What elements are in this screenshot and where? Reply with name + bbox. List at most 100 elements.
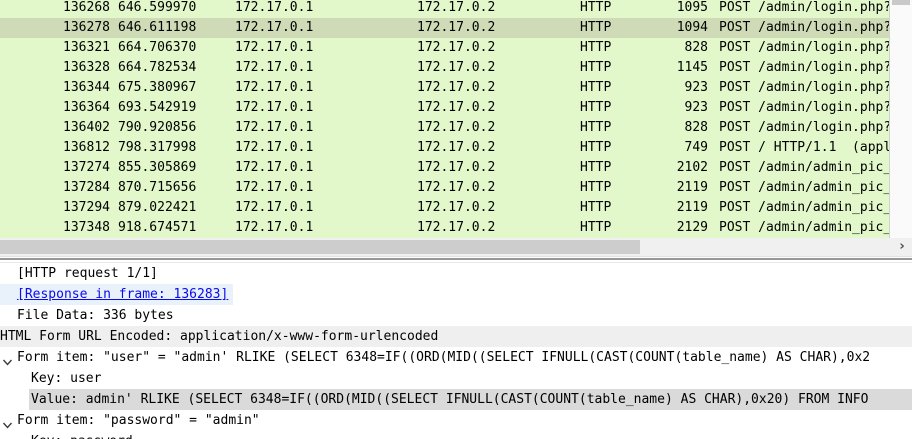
detail-row[interactable]: File Data: 336 bytes — [0, 305, 912, 326]
vertical-scrollbar-thumb[interactable] — [892, 0, 910, 5]
packet-source-cell: 172.17.0.1 — [235, 40, 314, 55]
packet-destination-cell: 172.17.0.2 — [417, 0, 496, 15]
packet-row[interactable]: 137274 855.305869 172.17.0.1 172.17.0.2 HTTP… — [0, 158, 889, 178]
packet-no-cell: 137348 — [63, 220, 110, 235]
packet-info-cell: POST /admin/login.php?a — [719, 120, 889, 135]
packet-length-cell: 828 — [684, 120, 708, 135]
response-frame-link[interactable]: [Response in frame: 136283] — [17, 287, 228, 302]
packet-source-cell: 172.17.0.1 — [235, 100, 314, 115]
packet-destination-cell: 172.17.0.2 — [417, 60, 496, 75]
packet-no-cell: 136321 — [63, 40, 110, 55]
packet-destination-cell: 172.17.0.2 — [417, 120, 496, 135]
packet-no-cell: 136328 — [63, 60, 110, 75]
packet-time-cell: 879.022421 — [118, 200, 197, 215]
packet-no-cell: 137274 — [63, 160, 110, 175]
packet-length-cell: 2102 — [676, 160, 708, 175]
packet-list-rows: 136268 646.599970 172.17.0.1 172.17.0.2 HTTP… — [0, 0, 889, 238]
packet-source-cell: 172.17.0.1 — [235, 60, 314, 75]
packet-destination-cell: 172.17.0.2 — [417, 220, 496, 235]
packet-time-cell: 790.920856 — [118, 120, 197, 135]
detail-text: Form item: "password" = "admin" — [17, 413, 260, 428]
packet-list-pane[interactable]: 136268 646.599970 172.17.0.1 172.17.0.2 HTTP… — [0, 0, 889, 238]
packet-row[interactable]: 136812 798.317998 172.17.0.1 172.17.0.2 HTTP… — [0, 138, 889, 158]
packet-row[interactable]: 136364 693.542919 172.17.0.1 172.17.0.2 HTTP… — [0, 98, 889, 118]
detail-row[interactable]: HTML Form URL Encoded: application/x-www… — [0, 326, 912, 347]
packet-destination-cell: 172.17.0.2 — [417, 100, 496, 115]
detail-text: Key: user — [31, 371, 102, 386]
packet-no-cell: 136364 — [63, 100, 110, 115]
chevron-down-icon[interactable] — [2, 353, 13, 366]
packet-row[interactable]: 137284 870.715656 172.17.0.1 172.17.0.2 HTTP… — [0, 178, 889, 198]
pane-splitter[interactable] — [0, 256, 912, 263]
packet-row[interactable]: 136402 790.920856 172.17.0.1 172.17.0.2 HTTP… — [0, 118, 889, 138]
detail-row[interactable]: [HTTP request 1/1] — [0, 263, 912, 284]
packet-row[interactable]: 137348 918.674571 172.17.0.1 172.17.0.2 HTTP… — [0, 218, 889, 238]
packet-row[interactable]: 136328 664.782534 172.17.0.1 172.17.0.2 HTTP… — [0, 58, 889, 78]
packet-info-cell: POST /admin/login.php?a — [719, 40, 889, 55]
detail-text: File Data: 336 bytes — [17, 308, 174, 323]
packet-info-cell: POST /admin/login.php?a — [719, 80, 889, 95]
packet-length-cell: 923 — [684, 80, 708, 95]
vertical-scrollbar[interactable] — [889, 0, 912, 238]
packet-time-cell: 855.305869 — [118, 160, 197, 175]
packet-destination-cell: 172.17.0.2 — [417, 80, 496, 95]
packet-source-cell: 172.17.0.1 — [235, 80, 314, 95]
scroll-right-icon[interactable]: › — [894, 238, 910, 256]
packet-source-cell: 172.17.0.1 — [235, 140, 314, 155]
detail-row[interactable]: Value: admin' RLIKE (SELECT 6348=IF((ORD… — [0, 389, 912, 410]
packet-length-cell: 1095 — [676, 0, 708, 15]
packet-time-cell: 664.782534 — [118, 60, 197, 75]
packet-destination-cell: 172.17.0.2 — [417, 160, 496, 175]
detail-row[interactable]: Key: password — [0, 431, 912, 439]
packet-time-cell: 675.380967 — [118, 80, 197, 95]
packet-time-cell: 646.611198 — [118, 20, 197, 35]
packet-no-cell: 136812 — [63, 140, 110, 155]
packet-details-pane[interactable]: [HTTP request 1/1] [Response in frame: 13… — [0, 263, 912, 439]
packet-row[interactable]: 136321 664.706370 172.17.0.1 172.17.0.2 HTTP… — [0, 38, 889, 58]
detail-row[interactable]: [Response in frame: 136283] — [0, 284, 912, 305]
packet-info-cell: POST /admin/login.php?a — [719, 60, 889, 75]
packet-destination-cell: 172.17.0.2 — [417, 140, 496, 155]
packet-length-cell: 1145 — [676, 60, 708, 75]
packet-no-cell: 136278 — [63, 20, 110, 35]
packet-source-cell: 172.17.0.1 — [235, 20, 314, 35]
packet-length-cell: 2129 — [676, 220, 708, 235]
packet-length-cell: 1094 — [676, 20, 708, 35]
wireshark-window: 136268 646.599970 172.17.0.1 172.17.0.2 HTTP… — [0, 0, 912, 439]
packet-length-cell: 923 — [684, 100, 708, 115]
chevron-down-icon[interactable] — [2, 416, 13, 429]
packet-info-cell: POST /admin/admin_pic_u — [719, 200, 889, 215]
packet-destination-cell: 172.17.0.2 — [417, 40, 496, 55]
horizontal-scrollbar[interactable]: › — [0, 238, 912, 256]
packet-length-cell: 2119 — [676, 200, 708, 215]
packet-length-cell: 2119 — [676, 180, 708, 195]
detail-row[interactable]: Form item: "password" = "admin" — [0, 410, 912, 431]
packet-time-cell: 918.674571 — [118, 220, 197, 235]
detail-row[interactable]: Form item: "user" = "admin' RLIKE (SELEC… — [0, 347, 912, 368]
packet-no-cell: 136344 — [63, 80, 110, 95]
detail-text: HTML Form URL Encoded: application/x-www… — [0, 329, 439, 344]
packet-info-cell: POST /admin/login.php?a — [719, 20, 889, 35]
detail-text: Key: password — [31, 434, 133, 439]
packet-info-cell: POST /admin/admin_pic_u — [719, 180, 889, 195]
packet-source-cell: 172.17.0.1 — [235, 220, 314, 235]
packet-length-cell: 749 — [684, 140, 708, 155]
packet-destination-cell: 172.17.0.2 — [417, 200, 496, 215]
detail-text: Value: admin' RLIKE (SELECT 6348=IF((ORD… — [31, 392, 869, 407]
packet-no-cell: 136268 — [63, 0, 110, 15]
packet-info-cell: POST / HTTP/1.1 (appli — [719, 140, 889, 155]
packet-source-cell: 172.17.0.1 — [235, 200, 314, 215]
packet-row[interactable]: 136278 646.611198 172.17.0.1 172.17.0.2 HTTP… — [0, 18, 889, 38]
detail-row[interactable]: Key: user — [0, 368, 912, 389]
packet-source-cell: 172.17.0.1 — [235, 120, 314, 135]
packet-no-cell: 136402 — [63, 120, 110, 135]
packet-source-cell: 172.17.0.1 — [235, 180, 314, 195]
detail-text: Form item: "user" = "admin' RLIKE (SELEC… — [17, 350, 871, 365]
packet-no-cell: 137284 — [63, 180, 110, 195]
packet-row[interactable]: 136344 675.380967 172.17.0.1 172.17.0.2 HTTP… — [0, 78, 889, 98]
horizontal-scrollbar-thumb[interactable] — [0, 240, 640, 254]
packet-row[interactable]: 136268 646.599970 172.17.0.1 172.17.0.2 HTTP… — [0, 0, 889, 18]
packet-info-cell: POST /admin/login.php?a — [719, 100, 889, 115]
packet-row[interactable]: 137294 879.022421 172.17.0.1 172.17.0.2 HTTP… — [0, 198, 889, 218]
packet-no-cell: 137294 — [63, 200, 110, 215]
